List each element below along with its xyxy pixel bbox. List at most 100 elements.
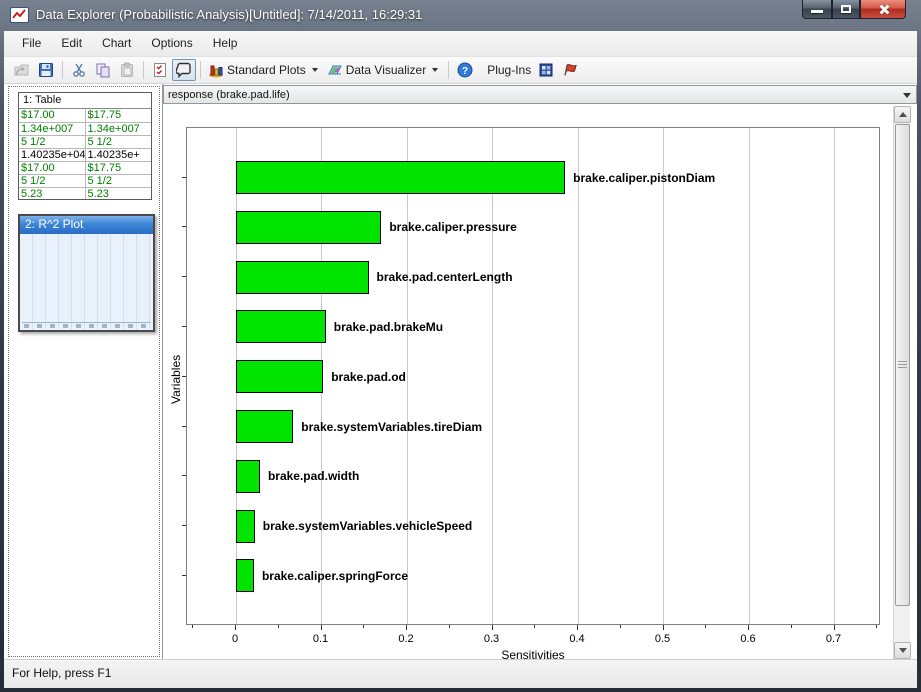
chart-bar (236, 360, 323, 393)
maximize-button[interactable] (832, 0, 860, 19)
thumbnail-r2-plot-panel[interactable]: 2: R^2 Plot (18, 214, 155, 332)
y-tick (182, 426, 186, 427)
y-tick (182, 575, 186, 576)
window-title: Data Explorer (Probabilistic Analysis)[U… (36, 7, 422, 22)
help-button[interactable]: ? (453, 59, 477, 81)
thumbnail-table-panel[interactable]: 1: Table $17.00$17.751.34e+0071.34e+0075… (18, 92, 152, 200)
copy-button[interactable] (91, 59, 115, 81)
menu-item-edit[interactable]: Edit (51, 31, 92, 56)
table-row: $17.00$17.75 (19, 161, 151, 174)
y-tick (182, 276, 186, 277)
sensitivity-bar-chart: brake.caliper.pistonDiambrake.caliper.pr… (163, 106, 893, 659)
menu-item-options[interactable]: Options (141, 31, 202, 56)
chevron-down-icon (312, 68, 318, 72)
table-cell: 5 1/2 (85, 135, 151, 148)
table-cell: 1.34e+007 (85, 122, 151, 135)
paste-button[interactable] (115, 59, 139, 81)
table-row: 5 1/25 1/2 (19, 135, 151, 148)
scrollbar-thumb[interactable] (895, 124, 910, 606)
scroll-up-button[interactable] (894, 106, 911, 123)
x-gridline (749, 128, 750, 624)
save-button[interactable] (34, 59, 58, 81)
data-visualizer-button[interactable]: Data Visualizer (324, 59, 444, 81)
x-tick-label: 0.6 (740, 633, 755, 645)
chart-bar (236, 410, 293, 443)
x-tick-label: 0.4 (569, 633, 584, 645)
table-row: 5 1/25 1/2 (19, 174, 151, 187)
x-minor-tick (534, 625, 535, 628)
x-major-tick (492, 625, 493, 630)
table-cell: 1.40235e+ (85, 148, 151, 161)
toolbar-separator (448, 61, 449, 79)
close-button[interactable] (860, 0, 906, 19)
chart-bar (236, 261, 369, 294)
x-tick-label: 0.7 (826, 633, 841, 645)
x-gridline (834, 128, 835, 624)
table-cell: 1.40235e+041 (19, 148, 85, 161)
close-icon (878, 4, 889, 15)
y-tick (182, 177, 186, 178)
bar-label: brake.pad.width (268, 469, 359, 483)
menu-item-chart[interactable]: Chart (92, 31, 141, 56)
x-gridline (578, 128, 579, 624)
triangle-up-icon (899, 112, 907, 117)
table-cell: 1.34e+007 (19, 122, 85, 135)
bar-label: brake.systemVariables.tireDiam (301, 420, 482, 434)
cut-button[interactable] (67, 59, 91, 81)
grid-icon (538, 62, 554, 78)
status-bar: For Help, press F1 (4, 659, 917, 688)
thumbnail-sidebar: 1: Table $17.00$17.751.34e+0071.34e+0075… (4, 84, 163, 659)
vertical-scrollbar[interactable] (893, 106, 910, 659)
annotation-button[interactable] (172, 59, 196, 81)
x-minor-tick (278, 625, 279, 628)
r2-panel-title: 2: R^2 Plot (20, 216, 153, 234)
x-major-tick (663, 625, 664, 630)
menu-item-help[interactable]: Help (203, 31, 248, 56)
scroll-down-button[interactable] (894, 642, 911, 659)
chevron-down-icon (432, 68, 438, 72)
open-button[interactable] (10, 59, 34, 81)
bar-label: brake.caliper.springForce (262, 569, 408, 583)
checklist-button[interactable] (148, 59, 172, 81)
response-selector-value: response (brake.pad.life) (164, 89, 290, 101)
bar-label: brake.pad.brakeMu (334, 320, 443, 334)
table-panel-title: 1: Table (19, 93, 151, 109)
y-tick (182, 226, 186, 227)
chart-bar (236, 510, 255, 543)
svg-text:?: ? (462, 66, 468, 77)
bar-label: brake.pad.od (331, 370, 406, 384)
r2-axis-line (22, 322, 151, 323)
x-gridline (492, 128, 493, 624)
x-tick-label: 0.3 (484, 633, 499, 645)
y-tick (182, 525, 186, 526)
x-major-tick (834, 625, 835, 630)
chart-bar (236, 559, 254, 592)
y-tick (182, 376, 186, 377)
x-tick-label: 0.2 (398, 633, 413, 645)
table-cell: 5 1/2 (19, 174, 85, 187)
app-icon (10, 7, 29, 23)
speech-bubble-icon (176, 62, 192, 78)
plugin-grid-button[interactable] (534, 59, 558, 81)
chart-bar (236, 211, 381, 244)
menu-item-file[interactable]: File (12, 31, 51, 56)
bar-label: brake.pad.centerLength (377, 270, 513, 284)
paste-icon (119, 62, 135, 78)
x-tick-label: 0 (232, 633, 238, 645)
status-text: For Help, press F1 (12, 666, 111, 680)
flag-icon (562, 62, 578, 78)
plugins-label: Plug-Ins (487, 63, 531, 77)
x-minor-tick (791, 625, 792, 628)
scrollbar-grip-icon (898, 361, 907, 369)
x-major-tick (748, 625, 749, 630)
chart-bar (236, 460, 260, 493)
y-tick (182, 326, 186, 327)
r2-plot-preview (20, 234, 153, 330)
minimize-button[interactable] (802, 0, 832, 19)
table-cell: 5.23 (85, 187, 151, 200)
response-selector[interactable]: response (brake.pad.life) (163, 85, 917, 104)
flag-button[interactable] (558, 59, 582, 81)
bar-label: brake.caliper.pistonDiam (573, 171, 715, 185)
standard-plots-button[interactable]: Standard Plots (205, 59, 324, 81)
table-cell: $17.75 (85, 161, 151, 174)
